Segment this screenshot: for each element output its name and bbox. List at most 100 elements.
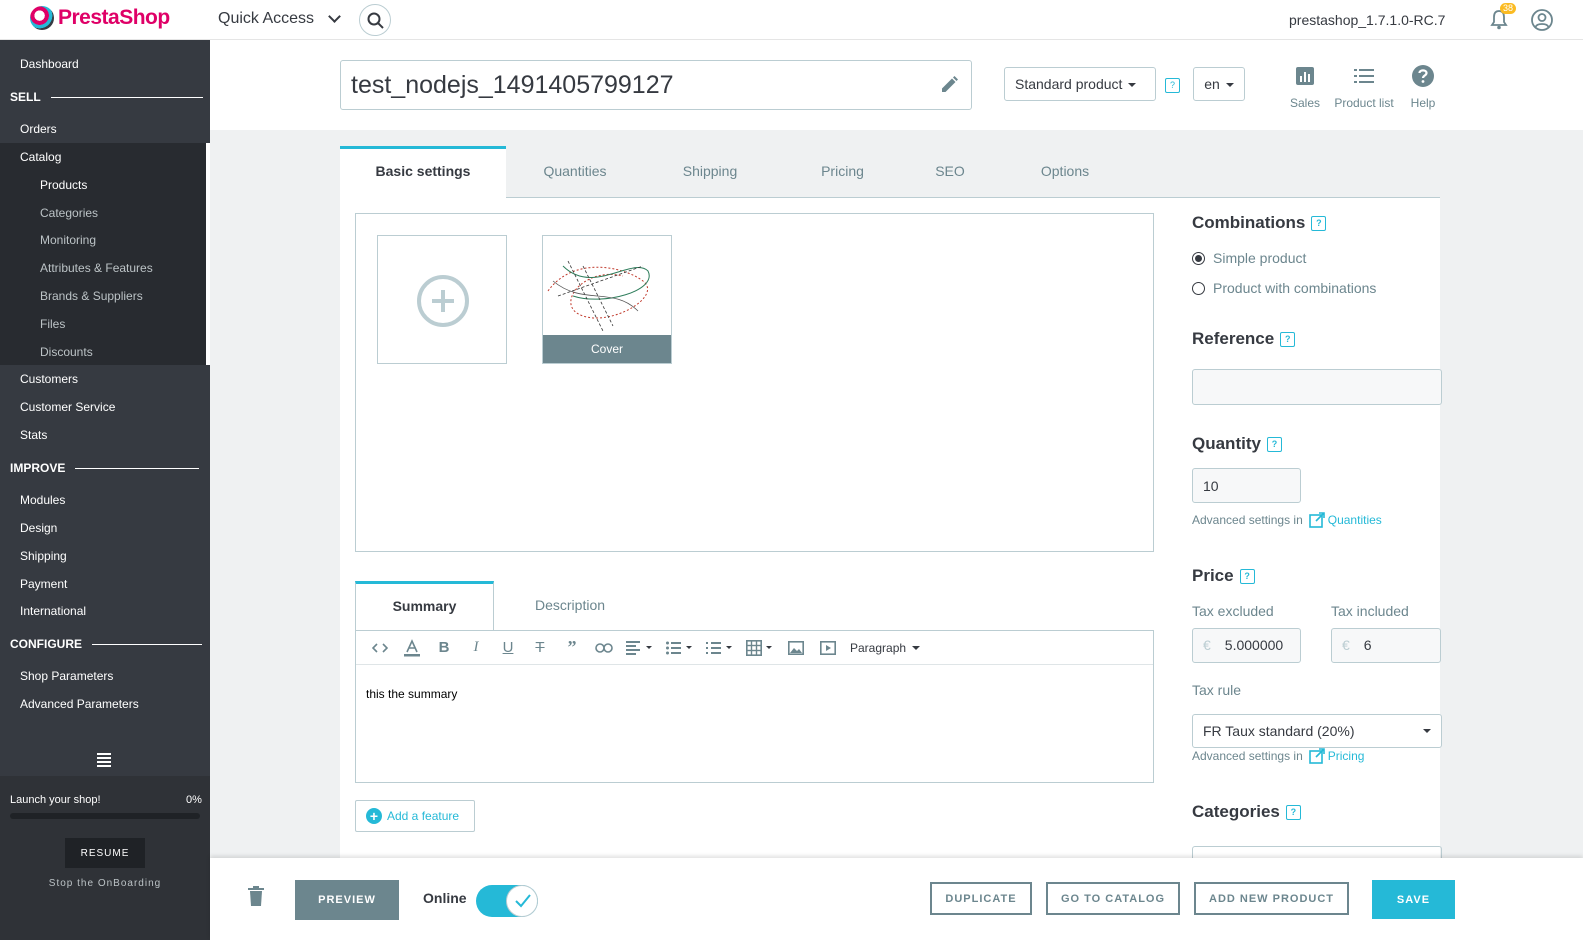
help-icon[interactable]: ?	[1280, 331, 1296, 347]
prestashop-logo[interactable]: PrestaShop	[30, 6, 170, 30]
check-icon	[515, 894, 531, 908]
duplicate-button[interactable]: DUPLICATE	[930, 882, 1032, 915]
collapse-menu-icon[interactable]	[97, 753, 111, 769]
source-code-icon[interactable]	[364, 631, 396, 665]
help-icon[interactable]: ?	[1165, 78, 1180, 93]
sales-link[interactable]: Sales	[1286, 62, 1324, 110]
sidebar-item-catalog[interactable]: Catalog	[20, 150, 61, 164]
quantities-link-label: Quantities	[1327, 513, 1382, 527]
media-icon[interactable]	[812, 631, 844, 665]
sidebar-item-attributes-features[interactable]: Attributes & Features	[40, 261, 153, 275]
reference-input[interactable]	[1192, 369, 1442, 405]
price-tax-excluded-input[interactable]: €5.000000	[1192, 628, 1301, 663]
sidebar-item-discounts[interactable]: Discounts	[40, 345, 93, 359]
go-to-catalog-button[interactable]: GO TO CATALOG	[1046, 882, 1180, 915]
sidebar-item-products[interactable]: Products	[40, 178, 87, 192]
quick-access-dropdown[interactable]: Quick Access	[218, 9, 341, 28]
radio-unchecked-icon	[1192, 281, 1205, 295]
product-name-field[interactable]	[340, 60, 972, 110]
bullet-list-icon[interactable]	[660, 631, 700, 665]
quantity-input[interactable]	[1192, 468, 1301, 503]
sidebar-item-monitoring[interactable]: Monitoring	[40, 233, 96, 247]
add-image-button[interactable]	[377, 235, 507, 364]
sidebar-item-modules[interactable]: Modules	[20, 493, 65, 507]
sidebar-item-orders[interactable]: Orders	[20, 122, 57, 136]
align-dropdown-icon[interactable]	[620, 631, 660, 665]
pencil-icon	[942, 76, 958, 92]
stop-onboarding-link[interactable]: Stop the OnBoarding	[0, 878, 210, 889]
logo-text: PrestaShop	[58, 6, 170, 29]
product-images-dropzone[interactable]: Cover	[355, 213, 1154, 552]
product-type-select[interactable]: Standard product	[1004, 67, 1156, 101]
sidebar-item-categories[interactable]: Categories	[40, 206, 98, 220]
preview-button[interactable]: PREVIEW	[295, 880, 399, 920]
sidebar-item-shop-parameters[interactable]: Shop Parameters	[20, 669, 113, 683]
plus-circle-icon	[417, 275, 469, 327]
tab-summary[interactable]: Summary	[355, 581, 494, 631]
online-toggle[interactable]	[476, 885, 538, 917]
strikethrough-icon[interactable]: T	[524, 631, 556, 665]
categories-label: Categories	[1192, 802, 1280, 821]
sidebar-item-customer-service[interactable]: Customer Service	[20, 400, 115, 414]
simple-product-radio[interactable]: Simple product	[1192, 250, 1306, 266]
bold-icon[interactable]: B	[428, 631, 460, 665]
section-divider	[75, 467, 200, 469]
image-icon[interactable]	[780, 631, 812, 665]
quantities-link[interactable]: Quantities	[1308, 512, 1382, 528]
sidebar-item-advanced-parameters[interactable]: Advanced Parameters	[20, 697, 139, 711]
blockquote-icon[interactable]: ”	[556, 631, 588, 665]
help-link[interactable]: Help	[1406, 62, 1440, 110]
shop-name-link[interactable]: prestashop_1.7.1.0-RC.7	[1289, 12, 1445, 28]
editor-toolbar: B I U T ” Paragraph	[356, 631, 1153, 665]
product-list-link[interactable]: Product list	[1330, 62, 1398, 110]
link-icon[interactable]	[588, 631, 620, 665]
tab-options[interactable]: Options	[1020, 146, 1110, 198]
table-icon[interactable]	[740, 631, 780, 665]
resume-button[interactable]: RESUME	[65, 838, 145, 868]
product-name-input[interactable]	[351, 71, 921, 100]
sidebar-item-payment[interactable]: Payment	[20, 577, 67, 591]
sidebar-section-improve: IMPROVE	[10, 461, 200, 475]
italic-icon[interactable]: I	[460, 631, 492, 665]
tax-rule-select[interactable]: FR Taux standard (20%)	[1192, 714, 1442, 748]
delete-button[interactable]	[248, 886, 264, 911]
add-feature-button[interactable]: + Add a feature	[355, 800, 475, 832]
sidebar-item-dashboard[interactable]: Dashboard	[20, 57, 79, 71]
add-new-product-button[interactable]: ADD NEW PRODUCT	[1194, 882, 1349, 915]
sidebar-item-files[interactable]: Files	[40, 317, 65, 331]
text-color-icon[interactable]	[396, 631, 428, 665]
paragraph-format-dropdown[interactable]: Paragraph	[850, 641, 921, 655]
pricing-link[interactable]: Pricing	[1308, 748, 1364, 764]
search-button[interactable]	[359, 4, 391, 36]
sidebar-item-brands-suppliers[interactable]: Brands & Suppliers	[40, 289, 143, 303]
tab-description[interactable]: Description	[505, 581, 635, 631]
tab-quantities[interactable]: Quantities	[520, 146, 630, 198]
help-icon[interactable]: ?	[1266, 436, 1282, 452]
radio-checked-icon	[1192, 251, 1205, 265]
sidebar-item-design[interactable]: Design	[20, 521, 57, 535]
summary-text[interactable]: this the summary	[366, 687, 457, 701]
tab-pricing[interactable]: Pricing	[795, 146, 890, 198]
help-icon[interactable]: ?	[1311, 215, 1327, 231]
numbered-list-icon[interactable]	[700, 631, 740, 665]
employee-menu-button[interactable]	[1531, 9, 1553, 36]
sidebar-item-stats[interactable]: Stats	[20, 428, 47, 442]
sidebar-item-international[interactable]: International	[20, 604, 86, 618]
top-bar: PrestaShop Quick Access prestashop_1.7.1…	[0, 0, 1583, 40]
tax-rule-label: Tax rule	[1192, 682, 1242, 698]
help-icon[interactable]: ?	[1239, 568, 1255, 584]
sidebar-item-customers[interactable]: Customers	[20, 372, 78, 386]
help-icon[interactable]: ?	[1285, 804, 1301, 820]
summary-editor[interactable]: B I U T ” Paragraph this the summary	[355, 630, 1154, 783]
tab-basic-settings[interactable]: Basic settings	[340, 146, 506, 198]
tab-seo[interactable]: SEO	[920, 146, 980, 198]
product-image-thumbnail[interactable]: Cover	[542, 235, 672, 364]
language-select[interactable]: en	[1193, 67, 1245, 101]
underline-icon[interactable]: U	[492, 631, 524, 665]
price-tax-included-input[interactable]: €6	[1331, 628, 1441, 663]
tab-shipping[interactable]: Shipping	[660, 146, 760, 198]
product-with-combinations-radio[interactable]: Product with combinations	[1192, 280, 1376, 296]
user-avatar-icon	[1531, 9, 1553, 31]
save-button[interactable]: SAVE	[1372, 880, 1455, 919]
sidebar-item-shipping[interactable]: Shipping	[20, 549, 67, 563]
